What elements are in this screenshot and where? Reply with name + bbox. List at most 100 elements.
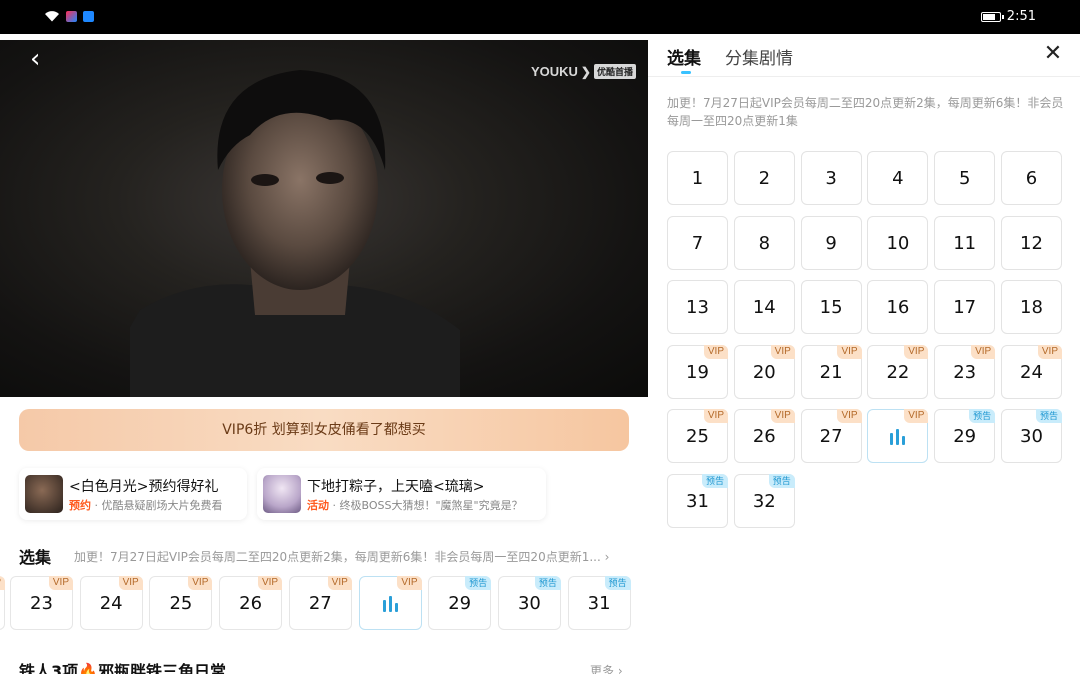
episode-item[interactable]: 30 预告 [497,576,561,630]
vip-promo-banner[interactable]: VIP6折 划算到女皮俑看了都想买 [19,409,629,451]
episode-item[interactable]: 18 [1001,280,1062,334]
episode-item[interactable]: 6 [1001,151,1062,205]
episode-item[interactable]: 13 [667,280,728,334]
episode-number: 25 [686,426,709,447]
episode-item[interactable]: 20 VIP [733,344,795,399]
episode-item[interactable]: 3 [800,151,862,205]
episode-number: 4 [892,168,904,189]
episode-item[interactable]: 10 [867,215,929,270]
tab-episodes[interactable]: 选集 [667,44,701,74]
card-subtitle: 活动 · 终极BOSS大猜想！"魔煞星"究竟是？ [307,497,523,513]
episode-number: 3 [825,168,837,189]
video-frame-image [130,70,460,397]
episode-item-current[interactable]: VIP [867,409,929,463]
card-subtitle: 预约 · 优酷悬疑剧场大片免费看 [69,497,223,513]
episode-number: 18 [1020,297,1043,318]
episode-number: 5 [958,168,971,189]
app-notification-icon [66,10,77,22]
episode-item[interactable]: 21 VIP [800,344,862,399]
episode-number: 27 [308,593,332,614]
episode-item-partial[interactable]: VIP [0,576,5,630]
vip-badge: VIP [703,344,728,359]
episode-strip[interactable]: VIP 23 VIP 24 VIP 25 VIP 26 VIP 27 VIP VIP 29 预告 30 预告… [0,576,648,632]
episode-item-current[interactable]: VIP [358,576,422,630]
episode-item[interactable]: 16 [867,280,929,334]
episode-item[interactable]: 24 VIP [1001,344,1062,399]
episode-item[interactable]: 19 VIP [667,344,728,399]
now-playing-icon [382,596,398,612]
episode-item[interactable]: 22 VIP [867,344,929,399]
episode-item[interactable]: 5 [934,151,996,205]
clock: 2:51 [1006,9,1036,24]
episode-item[interactable]: 7 [667,215,728,270]
episode-item[interactable]: 9 [800,215,862,270]
wifi-icon [45,11,59,22]
episode-item[interactable]: 23 VIP [10,576,73,630]
episode-item[interactable]: 17 [934,280,996,334]
activity-card-reserve[interactable]: <白色月光>预约得好礼 预约 · 优酷悬疑剧场大片免费看 [19,468,247,520]
episodes-update-note[interactable]: 加更！7月27日起VIP会员每周二至四20点更新2集，每周更新6集！非会员每周一… [74,548,630,565]
vip-badge: VIP [257,576,283,590]
episode-number: 1 [691,168,704,189]
episode-item[interactable]: 27 VIP [288,576,352,630]
episode-item[interactable]: 25 VIP [667,409,728,463]
episode-item[interactable]: 24 VIP [79,576,143,630]
episode-item[interactable]: 8 [733,215,795,270]
episode-number: 22 [886,361,910,383]
vip-badge: VIP [904,344,929,359]
card-desc: · 优酷悬疑剧场大片免费看 [94,499,223,512]
episode-item[interactable]: 23 VIP [934,344,996,399]
episode-number: 16 [886,297,910,318]
chevron-right-icon: › [604,550,610,564]
card-thumbnail [25,475,63,513]
episode-number: 23 [953,361,977,383]
activity-card-event[interactable]: 下地打粽子，上天嗑<琉璃> 活动 · 终极BOSS大猜想！"魔煞星"究竟是？ [257,468,546,520]
tab-synopsis[interactable]: 分集剧情 [725,44,793,69]
episode-number: 12 [1020,232,1043,254]
episode-number: 25 [169,593,193,614]
episode-number: 27 [819,426,843,447]
episode-item[interactable]: 26 VIP [219,576,283,630]
status-bar: 2:51 [0,0,1080,34]
episode-number: 30 [1020,426,1043,447]
card-desc: · 终极BOSS大猜想！"魔煞星"究竟是？ [332,499,523,512]
episode-item[interactable]: 1 [667,151,728,205]
episode-item[interactable]: 25 VIP [149,576,213,630]
episode-item[interactable]: 11 [934,215,996,270]
vip-badge: VIP [188,576,213,590]
episode-number: 32 [752,490,776,512]
episode-number: 26 [239,593,263,614]
episode-item[interactable]: 15 [800,280,862,334]
episode-item[interactable]: 29 预告 [934,409,996,463]
preview-badge: 预告 [701,473,728,488]
episode-item[interactable]: 4 [867,151,929,205]
vip-badge: VIP [837,409,862,423]
episode-item[interactable]: 12 [1001,215,1062,270]
episode-item[interactable]: 2 [733,151,795,205]
player-page: ‹ YOUKU ❯ 优酷首播 VIP6折 划算到女皮俑看了都想买 <白色月光>预… [0,34,648,674]
episode-number: 31 [587,593,611,614]
close-icon[interactable]: ✕ [1041,42,1065,66]
episode-item[interactable]: 30 预告 [1001,409,1062,463]
episode-number: 26 [752,426,776,447]
episode-item[interactable]: 32 预告 [733,473,795,528]
card-tag: 预约 [69,499,91,512]
episode-item[interactable]: 27 VIP [800,409,862,463]
episode-number: 24 [1020,361,1043,383]
back-icon[interactable]: ‹ [30,44,60,74]
episode-number: 17 [953,297,977,318]
episode-number: 8 [758,232,771,254]
video-player[interactable]: ‹ YOUKU ❯ 优酷首播 [0,40,648,397]
episode-number: 10 [886,232,910,254]
episode-item[interactable]: 31 预告 [667,473,728,528]
episode-number: 15 [819,297,843,318]
episode-item[interactable]: 31 预告 [567,576,631,630]
episode-item[interactable]: 14 [733,280,795,334]
episode-item[interactable]: 26 VIP [733,409,795,463]
more-link[interactable]: 更多 › [590,662,623,674]
shield-icon [83,10,94,22]
preview-badge: 预告 [969,409,996,423]
vip-badge: VIP [770,409,795,423]
episode-item[interactable]: 29 预告 [428,576,492,630]
episode-number: 31 [686,490,709,512]
